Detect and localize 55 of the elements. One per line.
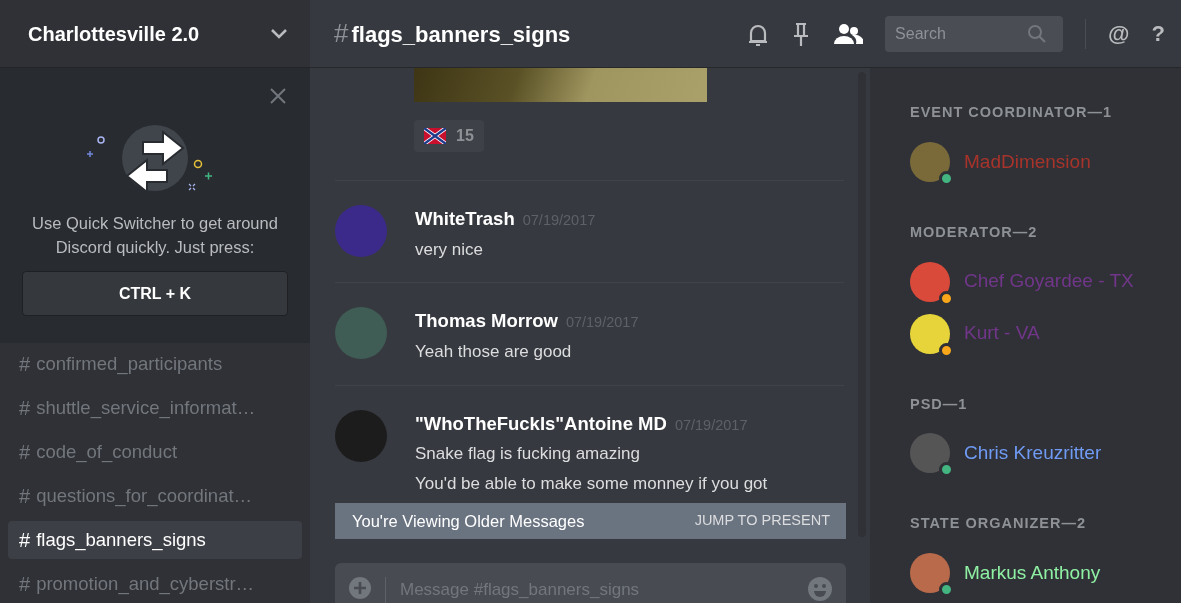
member-name: MadDimension [964,149,1091,174]
channel-hash: # [19,396,31,421]
channel-item[interactable]: # promotion_and_cyberstr… [8,565,302,603]
channel-hash: # [334,17,349,50]
member-name: Markus Anthony [964,560,1101,585]
channel-name: code_of_conduct [36,440,178,465]
channel-item[interactable]: # code_of_conduct [8,433,302,471]
help-button[interactable]: ? [1151,22,1165,45]
author-name[interactable]: Thomas Morrow [415,310,558,332]
member-name: Chris Kreuzritter [964,441,1102,465]
channel-hash: # [19,484,31,509]
channel-hash: # [19,352,31,377]
role-heading: PSD—1 [910,394,969,414]
author-name[interactable]: "WhoTheFuckIs"Antoine MD [415,412,667,434]
shortcut-button[interactable]: CTRL + K [22,271,288,316]
search-field[interactable]: Search [893,20,1024,47]
author-name[interactable]: WhiteTrash [415,208,515,229]
channel-name: flags_banners_signs [36,528,206,553]
channel-name: confirmed_participants [36,352,223,377]
server-name: Charlottesville 2.0 [28,21,200,47]
channel-item[interactable]: # confirmed_participants [8,345,302,383]
channel-hash: # [19,528,31,553]
quick-switcher-hint: Use Quick Switcher to get around Discord quickly. Just press: [31,213,279,258]
channel-item[interactable]: # flags_banners_signs [8,521,302,559]
message-text: Yeah those are good [415,341,573,363]
member-item[interactable]: Markus Anthony [910,547,1181,599]
role-heading: EVENT COORDINATOR—1 [910,103,1114,122]
message-text: Snake flag is fucking amazing [415,443,641,466]
message-text: very nice [415,238,485,261]
channel-name: shuttle_service_informat… [36,396,256,421]
channel-title: flags_banners_signs [351,21,571,49]
message-text: You'd be able to make some monney if you got [415,472,768,495]
channel-item[interactable]: # questions_for_coordinat… [8,477,302,515]
member-name: Chef Goyardee - TX [964,269,1134,294]
flag-icon [424,128,446,144]
channel-hash: # [19,440,31,465]
search-icon [1027,23,1048,44]
chevron-down-icon[interactable] [270,27,288,40]
banner-text: You're Viewing Older Messages [352,510,585,532]
role-heading: MODERATOR—2 [910,222,1039,242]
mentions-button[interactable]: @ [1108,22,1130,45]
channel-name: promotion_and_cyberstr… [36,572,255,597]
close-button[interactable] [270,88,286,104]
channel-name: questions_for_coordinat… [36,484,253,509]
channel-item[interactable]: # shuttle_service_informat… [8,389,302,427]
reaction-button[interactable]: 15 [414,120,484,152]
jump-to-present-link[interactable]: JUMP TO PRESENT [694,510,830,532]
member-name: Kurt - VA [964,321,1040,346]
reaction-count: 15 [456,126,474,146]
member-item[interactable]: MadDimension [910,135,1181,188]
channel-hash: # [19,572,31,597]
search-box[interactable]: Search [885,15,1064,52]
member-item[interactable]: Chris Kreuzritter [910,427,1181,480]
members-icon[interactable] [833,22,864,45]
role-heading: STATE ORGANIZER—2 [910,514,1087,534]
